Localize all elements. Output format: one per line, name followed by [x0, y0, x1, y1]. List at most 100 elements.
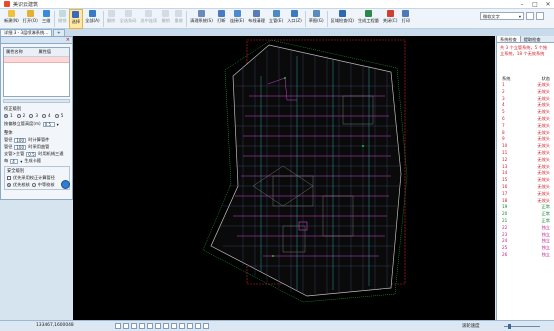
slider-knob[interactable]	[508, 324, 511, 329]
snap-icon[interactable]	[115, 323, 121, 329]
ortho-icon[interactable]	[131, 323, 137, 329]
toolbar-ribbon: 新建(N) 打开(O) 三维 撤销 选择 全部(A) 删除 全选条码 选中连续 撤销 重做 清理系统(…	[0, 9, 554, 29]
toolbar-button-19[interactable]: 生成工程量	[356, 9, 381, 29]
height-input[interactable]: 0.5	[42, 121, 55, 127]
close-icon[interactable]: ×	[66, 37, 70, 43]
layout-icon[interactable]	[203, 323, 209, 329]
line2-label: 管径	[4, 144, 13, 149]
toolbar-icon	[253, 10, 261, 17]
toolbar-button-18[interactable]: 区域检查(Q)	[329, 9, 356, 29]
system-row[interactable]: 16 无效头	[497, 184, 554, 191]
toolbar-extra-button[interactable]	[526, 12, 534, 20]
toolbar-button-21[interactable]: 打印	[399, 9, 412, 29]
system-number: 17	[502, 190, 508, 196]
grid-icon[interactable]	[123, 323, 129, 329]
zoom-out-icon[interactable]	[187, 323, 193, 329]
line4-input[interactable]: 4	[10, 158, 19, 164]
calibration-radio-3[interactable]	[29, 113, 34, 118]
toolbar-button-0[interactable]: 新建(N)	[2, 9, 21, 29]
calibration-radio-4[interactable]	[42, 113, 47, 118]
system-row[interactable]: 6 无效头	[497, 116, 554, 123]
settings-title: 整体	[4, 131, 13, 136]
calibration-options: 1 2 3 4 5	[4, 113, 70, 118]
tab-extract-check[interactable]: 提取检查	[521, 36, 544, 42]
close-window-button[interactable]: ✕	[544, 1, 552, 8]
tab-system-check[interactable]: 系统检查	[497, 36, 521, 42]
toolbar-button-label: 撤销	[161, 18, 170, 23]
system-row[interactable]: 7 无效头	[497, 123, 554, 130]
system-row[interactable]: 12 无效头	[497, 157, 554, 164]
toolbar-button-9[interactable]: 撤销	[159, 9, 172, 29]
add-tab-button[interactable]: +	[53, 29, 65, 36]
toolbar-button-13[interactable]: 连接(E)	[228, 9, 246, 29]
toolbar-button-16[interactable]: 入口(Z)	[285, 9, 304, 29]
tab-document[interactable]: 详细 3 - 3层喷淋系统...	[0, 29, 53, 36]
system-row[interactable]: 1 无效头	[497, 82, 554, 89]
toolbar-button-11[interactable]: 清理系统(S)	[188, 9, 215, 29]
line4-dropdown-icon[interactable]: ▾	[20, 159, 22, 164]
calibration-radio-2[interactable]	[16, 113, 21, 118]
system-row[interactable]: 22 独立	[497, 225, 554, 232]
panel-scrollbar[interactable]	[3, 99, 70, 103]
zoom-in-icon[interactable]	[179, 323, 185, 329]
system-status: 无效头	[537, 183, 550, 189]
toolbar-button-12[interactable]: 打断	[215, 9, 228, 29]
toolbar-button-label: 入口(Z)	[287, 18, 302, 23]
toolbar-button-5[interactable]: 全部(A)	[83, 9, 102, 29]
system-row[interactable]: 5 无效头	[497, 109, 554, 116]
system-row[interactable]: 21 正常	[497, 218, 554, 225]
radio-medium-check[interactable]	[31, 183, 36, 187]
system-row[interactable]: 15 无效头	[497, 177, 554, 184]
toolbar-button-1[interactable]: 打开(O)	[21, 9, 40, 29]
toolbar-icon	[162, 10, 170, 17]
toolbar-button-20[interactable]: 关闭(C)	[381, 9, 400, 29]
system-row[interactable]: 20 正常	[497, 211, 554, 218]
line1-input[interactable]: 100	[14, 137, 27, 143]
osnap-icon[interactable]	[147, 323, 153, 329]
system-number: 8	[502, 129, 505, 135]
line3-label: 支管>主管	[4, 151, 25, 156]
pan-icon[interactable]	[195, 323, 201, 329]
system-row[interactable]: 10 无效头	[497, 143, 554, 150]
toolbar-button-8[interactable]: 选中连续	[138, 9, 159, 29]
line3-input[interactable]: 0.5	[26, 151, 37, 157]
title-bar: 美识云建筑 – □ ✕	[0, 0, 554, 9]
system-row[interactable]: 2 无效头	[497, 89, 554, 96]
font-select[interactable]: 微软文字 ▾	[480, 12, 524, 20]
priority-checkbox[interactable]	[7, 176, 11, 180]
calibration-radio-5[interactable]	[54, 113, 59, 118]
polar-icon[interactable]	[139, 323, 145, 329]
toolbar-button-2[interactable]: 三维	[40, 9, 53, 29]
run-check-button[interactable]	[61, 180, 70, 189]
toolbar-button-10[interactable]: 重做	[172, 9, 185, 29]
system-row[interactable]: 17 无效头	[497, 191, 554, 198]
toolbar-button-3[interactable]: 撤销	[56, 9, 69, 29]
otrack-icon[interactable]	[155, 323, 161, 329]
wheel-speed-slider[interactable]	[504, 324, 540, 329]
drawing-canvas[interactable]	[73, 36, 495, 320]
calibration-radio-label: 3	[35, 113, 39, 118]
system-row[interactable]: 25 独立	[497, 245, 554, 252]
status-toggles	[115, 323, 209, 329]
system-row[interactable]: 11 无效头	[497, 150, 554, 157]
system-status: 无效头	[537, 122, 550, 128]
minimize-button[interactable]: –	[518, 1, 526, 8]
toolbar-button-7[interactable]: 全选条码	[118, 9, 139, 29]
lineweight-icon[interactable]	[163, 323, 169, 329]
toolbar-icon	[58, 10, 66, 17]
toolbar-button-14[interactable]: 布线清理	[246, 9, 267, 29]
height-dropdown-icon[interactable]: ▾	[57, 122, 59, 127]
toolbar-button-4[interactable]: 选择	[68, 9, 84, 29]
toolbar-button-15[interactable]: 立管(E)	[267, 9, 285, 29]
toolbar-help-button[interactable]	[536, 12, 544, 20]
toolbar-button-17[interactable]: 草图(G)	[307, 9, 326, 29]
maximize-button[interactable]: □	[531, 1, 539, 8]
calibration-radio-1[interactable]	[4, 113, 8, 118]
radio-priority-check[interactable]	[7, 183, 11, 187]
toolbar-button-6[interactable]: 删除	[105, 9, 118, 29]
system-row[interactable]: 26 独立	[497, 252, 554, 259]
property-row-selected[interactable]	[4, 57, 69, 63]
line2-input[interactable]: 100	[14, 144, 27, 150]
model-icon[interactable]	[171, 323, 177, 329]
calibration-radio-label: 5	[60, 113, 64, 118]
